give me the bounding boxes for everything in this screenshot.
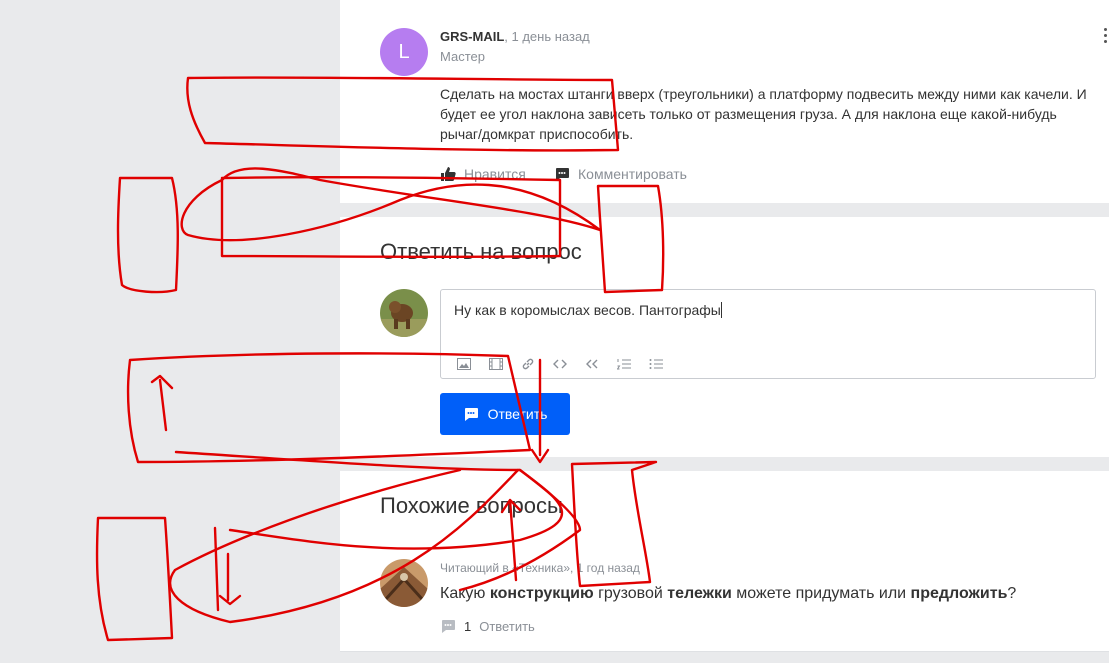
link-icon[interactable] [519, 356, 537, 372]
ordered-list-icon[interactable] [615, 356, 633, 372]
comment-label: Комментировать [578, 166, 687, 182]
editor-toolbar [455, 356, 665, 372]
image-icon[interactable] [455, 356, 473, 372]
answers-count: 1 [464, 618, 472, 634]
chat-icon [464, 408, 478, 421]
code-icon[interactable] [551, 356, 569, 372]
question-meta: Читающий в «Техника», 1 год назад [440, 561, 640, 575]
reply-title: Ответить на вопрос [380, 239, 582, 264]
like-label: Нравится [464, 166, 526, 182]
answer-author-line: GRS-MAIL, 1 день назад [440, 29, 590, 44]
question-reply-link[interactable]: Ответить [479, 619, 535, 634]
answer-text: Сделать на мостах штанги вверх (треуголь… [440, 86, 1087, 142]
author-name[interactable]: GRS-MAIL [440, 29, 504, 44]
reply-editor[interactable]: Ну как в коромыслах весов. Пантографы [440, 289, 1096, 379]
similar-title: Похожие вопросы [380, 493, 563, 518]
comment-button[interactable]: Комментировать [554, 166, 687, 182]
bullet-list-icon[interactable] [647, 356, 665, 372]
user-avatar[interactable] [380, 289, 428, 337]
more-options-icon[interactable] [1102, 28, 1108, 46]
reply-input[interactable]: Ну как в коромыслах весов. Пантографы [454, 302, 722, 318]
avatar-letter: L [398, 40, 410, 63]
left-gutter [0, 0, 340, 663]
comment-icon [556, 168, 569, 181]
submit-reply-button[interactable]: Ответить [440, 393, 570, 435]
comment-icon [442, 620, 455, 633]
question-link[interactable]: Какую конструкцию грузовой тележки может… [440, 585, 1016, 603]
submit-reply-label: Ответить [487, 406, 548, 422]
author-role: Мастер [440, 49, 485, 64]
quote-icon[interactable] [583, 356, 601, 372]
question-avatar[interactable] [380, 559, 428, 607]
like-button[interactable]: Нравится [440, 166, 526, 182]
answer-time: , 1 день назад [504, 29, 590, 44]
divider [340, 651, 1109, 652]
question-footer: 1 Ответить [440, 618, 535, 634]
author-avatar[interactable]: L [380, 28, 428, 76]
video-icon[interactable] [487, 356, 505, 372]
thumbs-up-icon [441, 167, 456, 181]
